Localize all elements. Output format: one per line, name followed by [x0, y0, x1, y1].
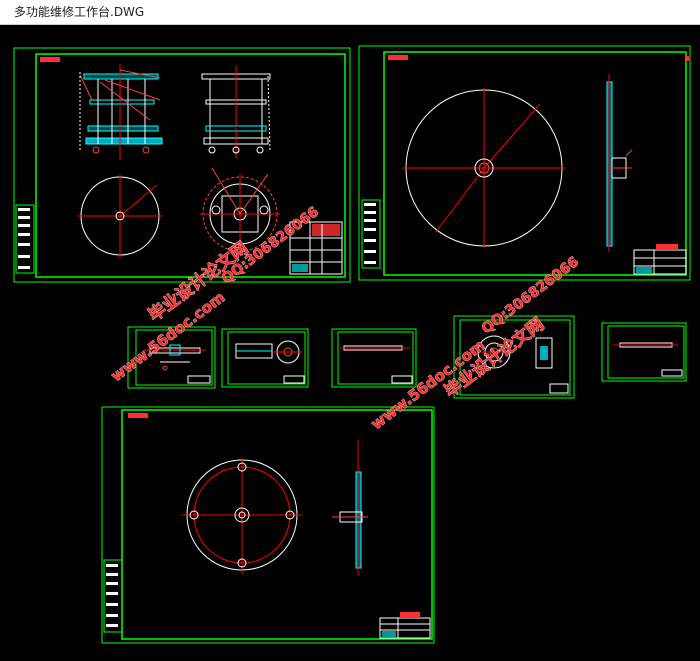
- title-bar: 多功能维修工作台.DWG: [0, 0, 700, 25]
- left-title-strip: [15, 204, 35, 274]
- sheet-small-3[interactable]: [331, 328, 417, 388]
- title-block-2: [633, 244, 687, 275]
- title-block-3: [379, 612, 431, 639]
- flange-plan: [182, 458, 302, 574]
- left-title-strip-2: [361, 199, 381, 269]
- sheet-flange[interactable]: [101, 406, 435, 644]
- disc-section: [606, 74, 633, 252]
- window-title: 多功能维修工作台.DWG: [14, 5, 145, 19]
- flange-section: [332, 440, 368, 576]
- cad-drawing[interactable]: www.56doc.com QQ:306826066 毕业设计论文网 www.5…: [0, 25, 700, 661]
- sheet-disc[interactable]: [358, 45, 691, 281]
- sheet-small-5[interactable]: [601, 322, 687, 382]
- front-view: [79, 64, 163, 160]
- sheet-assembly[interactable]: [13, 47, 351, 283]
- sheet-small-2[interactable]: [221, 328, 309, 388]
- drawing-canvas[interactable]: www.56doc.com QQ:306826066 毕业设计论文网 www.5…: [0, 25, 700, 661]
- left-title-strip-3: [103, 559, 123, 633]
- side-view: [201, 66, 271, 158]
- large-disc: [402, 88, 566, 248]
- top-view-circle: [78, 175, 162, 258]
